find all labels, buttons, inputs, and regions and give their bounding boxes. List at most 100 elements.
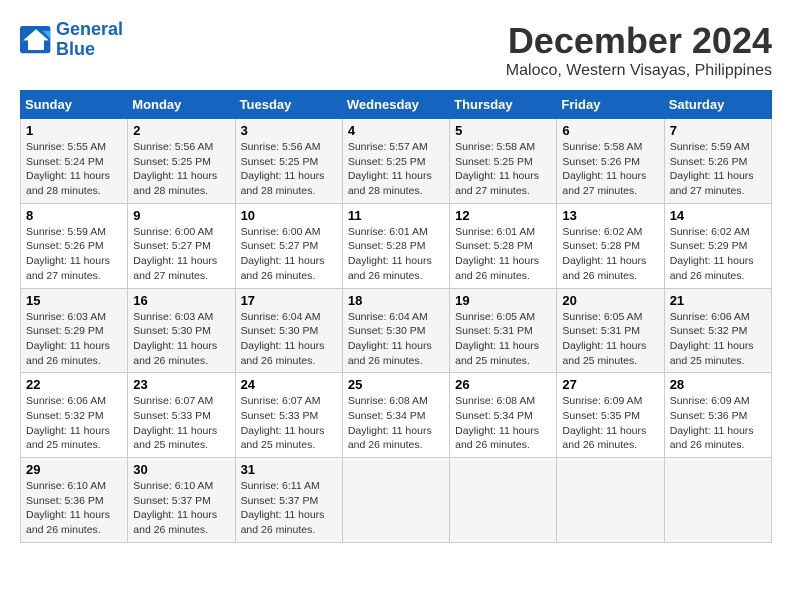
day-cell: 16 Sunrise: 6:03 AM Sunset: 5:30 PM Dayli… [128,288,235,373]
day-cell: 1 Sunrise: 5:55 AM Sunset: 5:24 PM Daylig… [21,119,128,204]
day-cell: 2Sunrise: 5:56 AM Sunset: 5:25 PM Daylig… [128,119,235,204]
day-info: Sunrise: 6:10 AM Sunset: 5:36 PM Dayligh… [26,479,122,538]
day-cell: 20 Sunrise: 6:05 AM Sunset: 5:31 PM Dayli… [557,288,664,373]
header-cell-friday: Friday [557,91,664,119]
day-cell: 7 Sunrise: 5:59 AM Sunset: 5:26 PM Daylig… [664,119,771,204]
day-cell [557,458,664,543]
week-row-3: 15Sunrise: 6:03 AM Sunset: 5:29 PM Dayli… [21,288,772,373]
day-number: 10 [241,208,337,223]
day-number: 11 [348,208,444,223]
day-info: Sunrise: 5:56 AM Sunset: 5:25 PM Dayligh… [133,140,229,199]
day-cell: 25 Sunrise: 6:08 AM Sunset: 5:34 PM Dayli… [342,373,449,458]
day-cell: 18Sunrise: 6:04 AM Sunset: 5:30 PM Dayli… [342,288,449,373]
day-info: Sunrise: 5:57 AM Sunset: 5:25 PM Dayligh… [348,140,444,199]
day-number: 18 [348,293,444,308]
day-info: Sunrise: 6:05 AM Sunset: 5:31 PM Dayligh… [455,310,551,369]
day-number: 8 [26,208,122,223]
day-info: Sunrise: 6:03 AM Sunset: 5:30 PM Dayligh… [133,310,229,369]
day-cell: 19 Sunrise: 6:05 AM Sunset: 5:31 PM Dayli… [450,288,557,373]
day-number: 4 [348,123,444,138]
day-info: Sunrise: 6:08 AM Sunset: 5:34 PM Dayligh… [455,394,551,453]
day-info: Sunrise: 5:55 AM Sunset: 5:24 PM Dayligh… [26,140,122,199]
day-number: 23 [133,377,229,392]
day-cell: 24 Sunrise: 6:07 AM Sunset: 5:33 PM Dayli… [235,373,342,458]
day-number: 9 [133,208,229,223]
day-number: 5 [455,123,551,138]
day-number: 16 [133,293,229,308]
day-info: Sunrise: 6:02 AM Sunset: 5:28 PM Dayligh… [562,225,658,284]
day-cell: 13Sunrise: 6:02 AM Sunset: 5:28 PM Dayli… [557,203,664,288]
day-cell: 22 Sunrise: 6:06 AM Sunset: 5:32 PM Dayli… [21,373,128,458]
day-number: 27 [562,377,658,392]
day-info: Sunrise: 6:02 AM Sunset: 5:29 PM Dayligh… [670,225,766,284]
day-number: 19 [455,293,551,308]
day-number: 6 [562,123,658,138]
day-number: 30 [133,462,229,477]
day-info: Sunrise: 6:01 AM Sunset: 5:28 PM Dayligh… [455,225,551,284]
day-cell: 14 Sunrise: 6:02 AM Sunset: 5:29 PM Dayli… [664,203,771,288]
day-number: 28 [670,377,766,392]
day-number: 26 [455,377,551,392]
day-cell: 4 Sunrise: 5:57 AM Sunset: 5:25 PM Daylig… [342,119,449,204]
calendar-title: December 2024 [506,20,772,62]
day-info: Sunrise: 6:09 AM Sunset: 5:36 PM Dayligh… [670,394,766,453]
day-info: Sunrise: 6:06 AM Sunset: 5:32 PM Dayligh… [670,310,766,369]
page-header: General Blue December 2024 Maloco, Weste… [20,20,772,80]
day-number: 1 [26,123,122,138]
day-cell: 27 Sunrise: 6:09 AM Sunset: 5:35 PM Dayli… [557,373,664,458]
day-cell: 29 Sunrise: 6:10 AM Sunset: 5:36 PM Dayli… [21,458,128,543]
day-number: 25 [348,377,444,392]
day-number: 7 [670,123,766,138]
day-cell [450,458,557,543]
day-number: 22 [26,377,122,392]
day-cell: 21 Sunrise: 6:06 AM Sunset: 5:32 PM Dayli… [664,288,771,373]
day-cell: 30 Sunrise: 6:10 AM Sunset: 5:37 PM Dayli… [128,458,235,543]
header-cell-monday: Monday [128,91,235,119]
header-cell-wednesday: Wednesday [342,91,449,119]
day-number: 14 [670,208,766,223]
day-number: 3 [241,123,337,138]
day-info: Sunrise: 6:10 AM Sunset: 5:37 PM Dayligh… [133,479,229,538]
header-cell-sunday: Sunday [21,91,128,119]
header-row: SundayMondayTuesdayWednesdayThursdayFrid… [21,91,772,119]
day-cell: 5Sunrise: 5:58 AM Sunset: 5:25 PM Daylig… [450,119,557,204]
day-number: 12 [455,208,551,223]
calendar-table: SundayMondayTuesdayWednesdayThursdayFrid… [20,90,772,543]
day-cell: 23 Sunrise: 6:07 AM Sunset: 5:33 PM Dayli… [128,373,235,458]
day-info: Sunrise: 6:03 AM Sunset: 5:29 PM Dayligh… [26,310,122,369]
logo-icon [20,26,52,54]
day-info: Sunrise: 6:00 AM Sunset: 5:27 PM Dayligh… [241,225,337,284]
day-info: Sunrise: 6:05 AM Sunset: 5:31 PM Dayligh… [562,310,658,369]
title-block: December 2024 Maloco, Western Visayas, P… [506,20,772,80]
day-number: 17 [241,293,337,308]
day-info: Sunrise: 6:07 AM Sunset: 5:33 PM Dayligh… [133,394,229,453]
header-cell-saturday: Saturday [664,91,771,119]
header-cell-tuesday: Tuesday [235,91,342,119]
day-cell: 12 Sunrise: 6:01 AM Sunset: 5:28 PM Dayli… [450,203,557,288]
day-info: Sunrise: 5:59 AM Sunset: 5:26 PM Dayligh… [26,225,122,284]
day-number: 29 [26,462,122,477]
day-info: Sunrise: 5:56 AM Sunset: 5:25 PM Dayligh… [241,140,337,199]
day-info: Sunrise: 6:09 AM Sunset: 5:35 PM Dayligh… [562,394,658,453]
day-info: Sunrise: 5:59 AM Sunset: 5:26 PM Dayligh… [670,140,766,199]
week-row-2: 8 Sunrise: 5:59 AM Sunset: 5:26 PM Daylig… [21,203,772,288]
day-info: Sunrise: 5:58 AM Sunset: 5:26 PM Dayligh… [562,140,658,199]
day-cell: 28 Sunrise: 6:09 AM Sunset: 5:36 PM Dayli… [664,373,771,458]
day-info: Sunrise: 6:07 AM Sunset: 5:33 PM Dayligh… [241,394,337,453]
day-info: Sunrise: 6:08 AM Sunset: 5:34 PM Dayligh… [348,394,444,453]
day-number: 21 [670,293,766,308]
day-cell: 15Sunrise: 6:03 AM Sunset: 5:29 PM Dayli… [21,288,128,373]
day-cell: 3 Sunrise: 5:56 AM Sunset: 5:25 PM Daylig… [235,119,342,204]
logo: General Blue [20,20,123,60]
logo-text: General Blue [56,20,123,60]
day-info: Sunrise: 6:06 AM Sunset: 5:32 PM Dayligh… [26,394,122,453]
day-cell: 10 Sunrise: 6:00 AM Sunset: 5:27 PM Dayli… [235,203,342,288]
day-cell: 17Sunrise: 6:04 AM Sunset: 5:30 PM Dayli… [235,288,342,373]
day-cell: 9 Sunrise: 6:00 AM Sunset: 5:27 PM Daylig… [128,203,235,288]
day-number: 24 [241,377,337,392]
day-info: Sunrise: 6:00 AM Sunset: 5:27 PM Dayligh… [133,225,229,284]
day-cell [342,458,449,543]
day-number: 20 [562,293,658,308]
header-cell-thursday: Thursday [450,91,557,119]
day-info: Sunrise: 6:01 AM Sunset: 5:28 PM Dayligh… [348,225,444,284]
